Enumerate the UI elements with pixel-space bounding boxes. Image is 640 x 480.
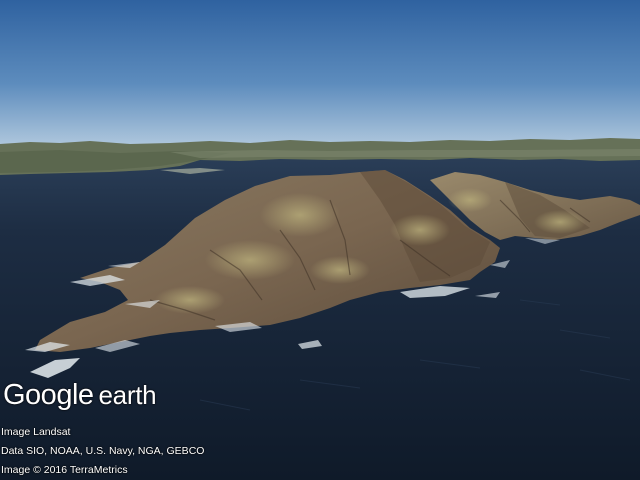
logo-google-wordmark: Google bbox=[3, 379, 94, 411]
logo-earth-wordmark: earth bbox=[98, 380, 157, 410]
copyright-attribution: Image © 2016 TerraMetrics bbox=[1, 464, 128, 476]
lichen-patch bbox=[205, 240, 295, 280]
google-earth-logo: Google earth bbox=[3, 379, 157, 419]
sky bbox=[0, 0, 640, 152]
imagery-attribution: Image Landsat bbox=[1, 426, 71, 438]
map-viewport[interactable]: Google earth Image Landsat Data SIO, NOA… bbox=[0, 0, 640, 480]
lichen-patch bbox=[448, 188, 492, 212]
lichen-patch bbox=[310, 256, 370, 284]
lichen-patch bbox=[155, 286, 225, 314]
lichen-patch bbox=[390, 214, 450, 246]
data-sources-attribution: Data SIO, NOAA, U.S. Navy, NGA, GEBCO bbox=[1, 445, 205, 457]
lichen-patch bbox=[260, 193, 340, 237]
